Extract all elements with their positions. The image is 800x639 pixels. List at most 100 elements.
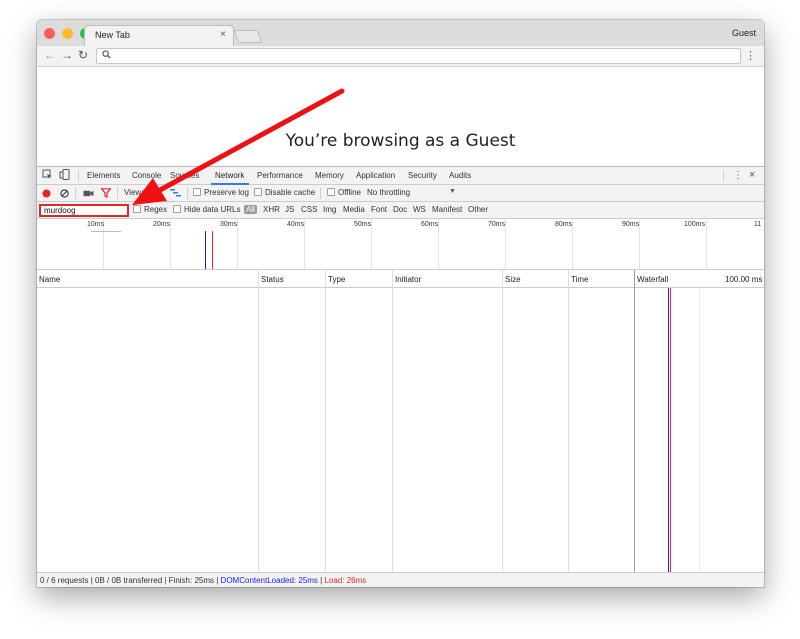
tab-elements[interactable]: Elements xyxy=(87,171,120,180)
type-filter-css[interactable]: CSS xyxy=(301,205,317,214)
toolbar-divider xyxy=(75,187,76,199)
capture-screenshots-icon[interactable] xyxy=(83,189,94,200)
preserve-log-checkbox[interactable]: Preserve log xyxy=(193,188,249,197)
vertical-dots-icon[interactable]: ⋮ xyxy=(745,49,756,62)
tab-console[interactable]: Console xyxy=(132,171,161,180)
tab-performance[interactable]: Performance xyxy=(257,171,303,180)
devtools-close-icon[interactable]: × xyxy=(749,169,755,181)
offline-checkbox[interactable]: Offline xyxy=(327,188,361,197)
overview-tick-label: 10ms xyxy=(87,221,105,228)
summary-text: 0 / 6 requests | 0B / 0B transferred | F… xyxy=(40,576,221,585)
address-bar[interactable] xyxy=(96,48,741,64)
type-filter-manifest[interactable]: Manifest xyxy=(432,205,462,214)
profile-label[interactable]: Guest xyxy=(732,28,756,38)
overview-gridline xyxy=(237,219,238,269)
tab-security[interactable]: Security xyxy=(408,171,437,180)
record-icon[interactable] xyxy=(42,189,51,200)
column-name[interactable]: Name xyxy=(39,275,60,284)
offline-label: Offline xyxy=(338,188,361,197)
browser-window: New Tab × Guest ← → ↻ ⋮ You’re browsing … xyxy=(37,20,764,587)
close-window-icon[interactable] xyxy=(44,28,55,39)
column-divider[interactable] xyxy=(325,270,326,572)
overview-tick-label: 11 xyxy=(754,221,762,228)
tab-close-icon[interactable]: × xyxy=(220,29,226,40)
view-label: View: xyxy=(124,188,144,197)
column-initiator[interactable]: Initiator xyxy=(395,275,421,284)
dom-content-loaded-line xyxy=(668,288,669,572)
reload-icon[interactable]: ↻ xyxy=(78,48,88,62)
type-filter-font[interactable]: Font xyxy=(371,205,387,214)
column-divider[interactable] xyxy=(392,270,393,572)
column-type[interactable]: Type xyxy=(328,275,345,284)
type-filter-all[interactable]: All xyxy=(244,205,257,214)
column-divider[interactable] xyxy=(568,270,569,572)
chevron-down-icon: ▼ xyxy=(449,188,456,195)
hide-data-urls-checkbox[interactable]: Hide data URLs xyxy=(173,205,240,214)
overview-gridline xyxy=(505,219,506,269)
tab-memory[interactable]: Memory xyxy=(315,171,344,180)
search-icon xyxy=(102,50,111,61)
network-overview[interactable]: 10ms 20ms 30ms 40ms 50ms 60ms 70ms 80ms … xyxy=(37,219,764,270)
type-filter-js[interactable]: JS xyxy=(285,205,294,214)
large-rows-icon[interactable] xyxy=(151,189,162,200)
dom-content-loaded-text: DOMContentLoaded: 25ms xyxy=(220,576,318,585)
network-request-table: Name Status Type Initiator Size Time Wat… xyxy=(37,270,764,572)
tab-network[interactable]: Network xyxy=(215,171,244,180)
toolbar-divider xyxy=(78,170,79,182)
filter-bar: Regex Hide data URLs All XHR JS CSS Img … xyxy=(37,202,764,219)
devtools-panel: Elements Console Sources Network Perform… xyxy=(37,166,764,587)
device-toolbar-icon[interactable] xyxy=(59,169,70,183)
column-divider[interactable] xyxy=(634,270,635,572)
type-filter-doc[interactable]: Doc xyxy=(393,205,407,214)
overview-tick-label: 40ms xyxy=(287,221,305,228)
type-filter-other[interactable]: Other xyxy=(468,205,488,214)
browser-toolbar: ← → ↻ ⋮ xyxy=(37,46,764,67)
clear-icon[interactable] xyxy=(60,189,69,200)
devtools-menu-icon[interactable]: ⋮ xyxy=(733,170,743,181)
throttling-value: No throttling xyxy=(367,188,411,197)
overview-request-bar xyxy=(91,231,121,232)
overview-gridline xyxy=(438,219,439,269)
toolbar-divider xyxy=(723,170,724,182)
throttling-select[interactable]: No throttling ▼ xyxy=(367,188,456,197)
overview-tick-label: 20ms xyxy=(153,221,171,228)
tab-application[interactable]: Application xyxy=(356,171,395,180)
inspect-element-icon[interactable] xyxy=(42,169,53,183)
column-size[interactable]: Size xyxy=(505,275,521,284)
forward-arrow-icon[interactable]: → xyxy=(61,48,73,62)
load-line xyxy=(670,288,671,572)
dom-content-loaded-marker xyxy=(205,231,206,269)
waterfall-gridline xyxy=(699,288,700,572)
column-waterfall[interactable]: Waterfall xyxy=(637,275,668,284)
type-filter-ws[interactable]: WS xyxy=(413,205,426,214)
type-filter-img[interactable]: Img xyxy=(323,205,336,214)
guest-page: You’re browsing as a Guest xyxy=(37,67,764,166)
type-filter-media[interactable]: Media xyxy=(343,205,365,214)
overview-gridline xyxy=(639,219,640,269)
filter-icon[interactable] xyxy=(100,188,112,200)
column-status[interactable]: Status xyxy=(261,275,284,284)
hide-data-urls-label: Hide data URLs xyxy=(184,205,241,214)
new-tab-button[interactable] xyxy=(233,30,263,43)
tab-new-tab[interactable]: New Tab × xyxy=(84,25,234,46)
minimize-window-icon[interactable] xyxy=(62,28,73,39)
tab-audits[interactable]: Audits xyxy=(449,171,471,180)
column-divider[interactable] xyxy=(502,270,503,572)
filter-input[interactable] xyxy=(39,204,129,217)
tab-strip: New Tab × Guest xyxy=(37,20,764,46)
network-controls: View: Preserve log Disable cache Offline… xyxy=(37,185,764,202)
table-header: Name Status Type Initiator Size Time Wat… xyxy=(37,270,764,288)
disable-cache-label: Disable cache xyxy=(265,188,316,197)
regex-checkbox[interactable]: Regex xyxy=(133,205,167,214)
column-divider[interactable] xyxy=(258,270,259,572)
overview-tick-label: 30ms xyxy=(220,221,238,228)
page-heading: You’re browsing as a Guest xyxy=(285,131,516,151)
column-time[interactable]: Time xyxy=(571,275,588,284)
tab-sources[interactable]: Sources xyxy=(170,171,199,180)
overview-tick-label: 60ms xyxy=(421,221,439,228)
waterfall-view-icon[interactable] xyxy=(170,188,181,200)
type-filter-xhr[interactable]: XHR xyxy=(263,205,280,214)
disable-cache-checkbox[interactable]: Disable cache xyxy=(254,188,315,197)
overview-gridline xyxy=(371,219,372,269)
back-arrow-icon[interactable]: ← xyxy=(44,48,56,62)
